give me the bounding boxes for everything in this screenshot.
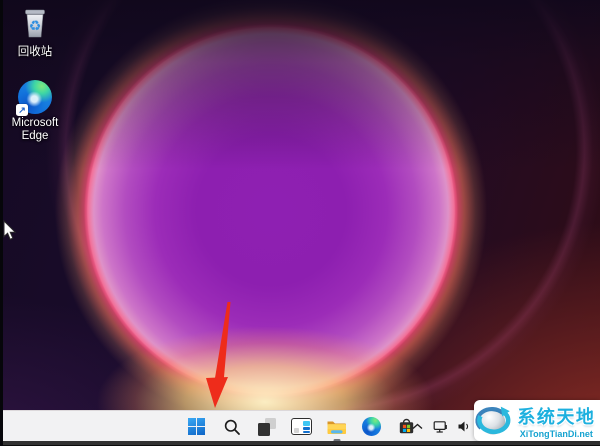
svg-text:♻: ♻ — [29, 18, 42, 34]
screen-bottom-border — [0, 441, 600, 446]
network-tray-button[interactable] — [431, 415, 449, 439]
speaker-icon — [458, 421, 468, 432]
recycle-bin-label: 回收站 — [17, 46, 53, 58]
recycle-bin-icon: ♻ — [0, 5, 70, 43]
edge-taskbar-button[interactable] — [358, 413, 386, 441]
taskbar-center-group — [183, 411, 421, 442]
edge-label-line1: Microsoft — [11, 117, 59, 129]
edge-label-line2: Edge — [21, 129, 49, 142]
desktop-icon-microsoft-edge[interactable]: ↗ Microsoft Edge — [0, 80, 70, 143]
watermark-site-url: XiTongTianDi.net — [519, 428, 593, 439]
desktop-wallpaper — [0, 0, 600, 446]
desktop-icon-recycle-bin[interactable]: ♻ 回收站 — [0, 5, 70, 59]
edge-icon — [362, 417, 381, 436]
volume-tray-button[interactable] — [454, 415, 472, 439]
widgets-button[interactable] — [288, 413, 316, 441]
system-tray — [408, 411, 472, 442]
network-icon — [433, 420, 447, 433]
watermark-site-name: 系统天地 — [517, 406, 596, 427]
task-view-icon — [257, 417, 276, 436]
start-button[interactable] — [183, 413, 211, 441]
search-icon — [224, 419, 240, 435]
watermark-globe-icon — [475, 406, 511, 434]
widgets-icon — [291, 418, 312, 435]
windows-start-icon — [188, 418, 205, 435]
file-explorer-button[interactable] — [323, 413, 351, 442]
chevron-up-icon — [412, 423, 422, 430]
task-view-button[interactable] — [253, 413, 281, 441]
shortcut-arrow-badge: ↗ — [16, 104, 28, 116]
hidden-icons-button[interactable] — [408, 415, 426, 439]
file-explorer-icon — [327, 421, 346, 434]
search-button[interactable] — [218, 413, 246, 441]
screen-left-border — [0, 0, 3, 446]
edge-logo-icon: ↗ — [16, 80, 52, 116]
windows-11-desktop: ♻ 回收站 ↗ Microsoft Edge 系统天地 XiTongTianDi… — [0, 0, 600, 446]
xitongtiandi-watermark: 系统天地 XiTongTianDi.net — [474, 400, 600, 441]
